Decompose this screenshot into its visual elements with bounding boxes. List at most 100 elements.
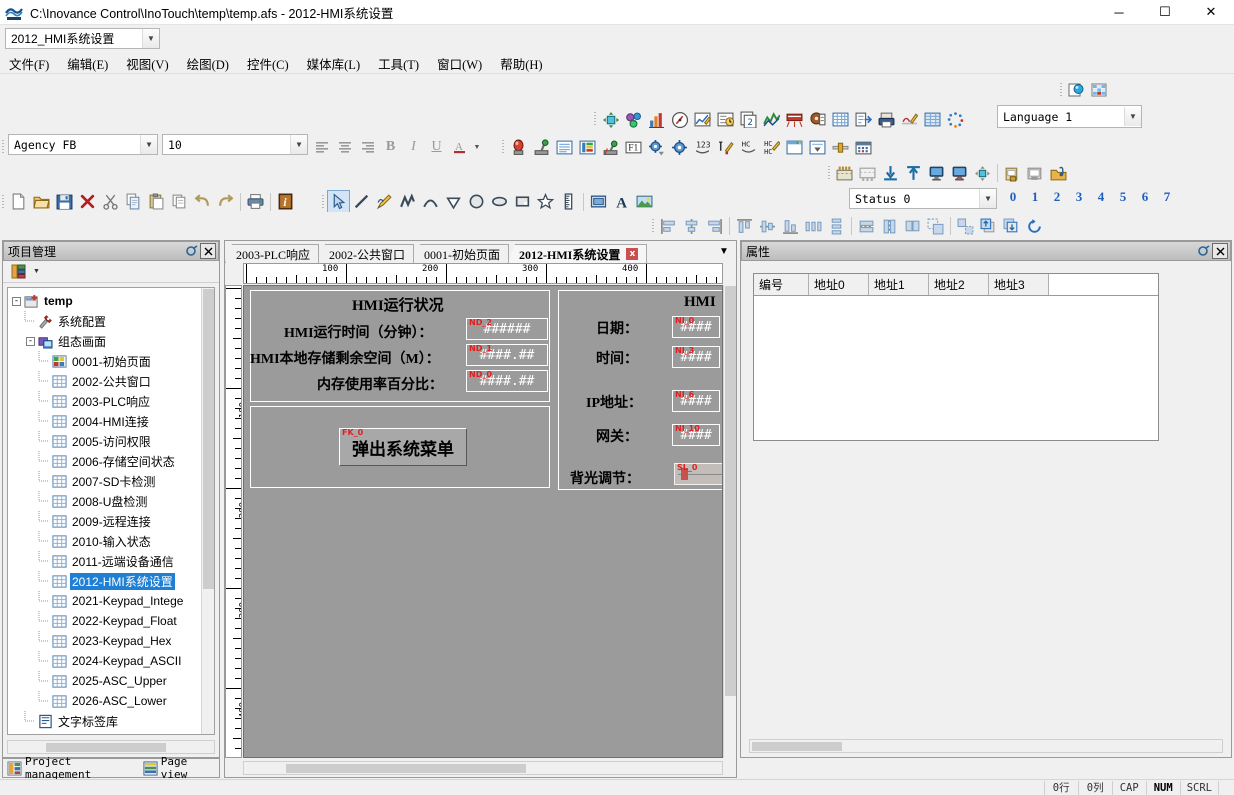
toolbar-grip[interactable] bbox=[500, 137, 507, 157]
report-icon[interactable] bbox=[852, 108, 875, 131]
font-size-dropdown[interactable]: 10 ▼ bbox=[162, 134, 308, 155]
tree-item-6[interactable]: 2004-HMI连接 bbox=[10, 411, 214, 431]
align-middle-icon[interactable] bbox=[756, 215, 779, 238]
circle-icon[interactable] bbox=[465, 190, 488, 213]
align-top-icon[interactable] bbox=[733, 215, 756, 238]
distribute-h-icon[interactable] bbox=[802, 215, 825, 238]
group-icon[interactable] bbox=[924, 215, 947, 238]
align-left-icon[interactable] bbox=[657, 215, 680, 238]
align-center-h-icon[interactable] bbox=[680, 215, 703, 238]
tree-item-0[interactable]: - temp bbox=[10, 291, 214, 311]
numeric-input-icon[interactable]: 123 bbox=[691, 136, 714, 159]
meter-icon[interactable] bbox=[668, 108, 691, 131]
status-number-4[interactable]: 4 bbox=[1090, 189, 1112, 205]
screen-selector-dropdown[interactable]: 2012_HMI系统设置 ▼ bbox=[5, 28, 160, 49]
indicator-lamp-icon[interactable] bbox=[507, 136, 530, 159]
cut-icon[interactable] bbox=[99, 190, 122, 213]
editor-vertical-scrollbar[interactable] bbox=[723, 285, 736, 758]
tree-item-2[interactable]: - 组态画面 bbox=[10, 331, 214, 351]
rectangle-icon[interactable] bbox=[511, 190, 534, 213]
tree-item-14[interactable]: 2012-HMI系统设置 bbox=[10, 571, 214, 591]
properties-column-header-1[interactable]: 地址0 bbox=[809, 274, 869, 295]
polygon-icon[interactable] bbox=[442, 190, 465, 213]
chevron-down-icon[interactable]: ▼ bbox=[142, 29, 159, 48]
font-color-dropdown-icon[interactable]: ▼ bbox=[471, 136, 483, 159]
toolbar-grip[interactable] bbox=[0, 137, 7, 157]
align-center-text-icon[interactable] bbox=[333, 136, 356, 159]
status-number-1[interactable]: 1 bbox=[1024, 189, 1046, 205]
hmi-design-canvas[interactable]: HMI运行状况 HMI运行时间（分钟）： ###### ND_2 HMI本地存储… bbox=[243, 285, 723, 758]
project-tree[interactable]: - temp 系统配置 - 组态画面 0001-初始页面 2002-公共窗口 2003-PLC… bbox=[7, 287, 215, 735]
open-file-icon[interactable] bbox=[30, 190, 53, 213]
properties-horizontal-scrollbar[interactable] bbox=[749, 739, 1223, 753]
redo-icon[interactable] bbox=[214, 190, 237, 213]
italic-icon[interactable]: I bbox=[402, 136, 425, 159]
menu-view[interactable]: 视图(V) bbox=[117, 52, 177, 75]
menu-help[interactable]: 帮助(H) bbox=[491, 52, 551, 75]
recipe-icon[interactable] bbox=[806, 108, 829, 131]
close-panel-icon[interactable] bbox=[200, 243, 216, 259]
duplicate-icon[interactable] bbox=[168, 190, 191, 213]
picture-icon[interactable] bbox=[633, 190, 656, 213]
document-tab-1[interactable]: 2002-公共窗口 bbox=[318, 244, 415, 263]
ungroup-icon[interactable] bbox=[954, 215, 977, 238]
bit-lamp-icon[interactable] bbox=[576, 136, 599, 159]
auto-hide-icon[interactable] bbox=[184, 243, 200, 259]
character-input-icon[interactable] bbox=[714, 136, 737, 159]
align-right-text-icon[interactable] bbox=[356, 136, 379, 159]
menu-file[interactable]: 文件(F) bbox=[0, 52, 58, 75]
new-file-icon[interactable] bbox=[7, 190, 30, 213]
rotate-icon[interactable] bbox=[1023, 215, 1046, 238]
tree-expander[interactable]: - bbox=[24, 331, 37, 351]
align-bottom-icon[interactable] bbox=[779, 215, 802, 238]
align-top-edge-icon[interactable] bbox=[833, 162, 856, 185]
close-panel-icon[interactable] bbox=[1212, 243, 1228, 259]
menu-control[interactable]: 控件(C) bbox=[238, 52, 298, 75]
tree-item-12[interactable]: 2010-输入状态 bbox=[10, 531, 214, 551]
animation-icon[interactable] bbox=[944, 108, 967, 131]
preview-icon[interactable] bbox=[1065, 79, 1088, 102]
chevron-down-icon[interactable]: ▼ bbox=[290, 135, 307, 154]
minimize-button[interactable]: ─ bbox=[1096, 0, 1142, 25]
tab-project-management[interactable]: Project management bbox=[3, 755, 139, 781]
trend-pen-icon[interactable] bbox=[691, 108, 714, 131]
properties-column-header-4[interactable]: 地址3 bbox=[989, 274, 1049, 295]
compile-icon[interactable] bbox=[1001, 162, 1024, 185]
save-as-image-icon[interactable] bbox=[1024, 162, 1047, 185]
calendar-icon[interactable] bbox=[852, 136, 875, 159]
project-tree-vertical-scrollbar[interactable] bbox=[201, 288, 214, 734]
move-widget-icon[interactable] bbox=[599, 108, 622, 131]
settings-bit-icon[interactable] bbox=[645, 136, 668, 159]
star-icon[interactable] bbox=[534, 190, 557, 213]
scale-icon[interactable] bbox=[557, 190, 580, 213]
close-tab-icon[interactable]: x bbox=[626, 248, 639, 260]
tree-item-3[interactable]: 0001-初始页面 bbox=[10, 351, 214, 371]
document-tab-0[interactable]: 2003-PLC响应 bbox=[225, 244, 320, 263]
toolbar-grip[interactable] bbox=[650, 216, 657, 236]
save-icon[interactable] bbox=[53, 190, 76, 213]
tree-item-17[interactable]: 2023-Keypad_Hex bbox=[10, 631, 214, 651]
menu-library[interactable]: 媒体库(L) bbox=[298, 52, 369, 75]
clock-display-icon[interactable] bbox=[714, 108, 737, 131]
menu-edit[interactable]: 编辑(E) bbox=[58, 52, 117, 75]
project-view-dropdown-icon[interactable]: ▼ bbox=[30, 260, 43, 283]
scrollbar-thumb[interactable] bbox=[752, 742, 842, 751]
tree-item-21[interactable]: 文字标签库 bbox=[10, 711, 214, 731]
auto-hide-icon[interactable] bbox=[1196, 243, 1212, 259]
send-back-icon[interactable] bbox=[1000, 215, 1023, 238]
properties-column-header-0[interactable]: 编号 bbox=[754, 274, 809, 295]
window-widget-icon[interactable] bbox=[783, 136, 806, 159]
toolbar-grip[interactable] bbox=[320, 191, 327, 212]
signature-icon[interactable] bbox=[898, 108, 921, 131]
delete-icon[interactable] bbox=[76, 190, 99, 213]
print-icon[interactable] bbox=[875, 108, 898, 131]
undo-icon[interactable] bbox=[191, 190, 214, 213]
tree-item-20[interactable]: 2026-ASC_Lower bbox=[10, 691, 214, 711]
font-color-icon[interactable]: A bbox=[448, 136, 471, 159]
bring-front-icon[interactable] bbox=[977, 215, 1000, 238]
underline-icon[interactable]: U bbox=[425, 136, 448, 159]
same-height-icon[interactable] bbox=[878, 215, 901, 238]
page-number-icon[interactable]: 2 bbox=[737, 108, 760, 131]
toolbar-grip[interactable] bbox=[592, 109, 599, 129]
language-dropdown[interactable]: Language 1 ▼ bbox=[997, 105, 1142, 128]
